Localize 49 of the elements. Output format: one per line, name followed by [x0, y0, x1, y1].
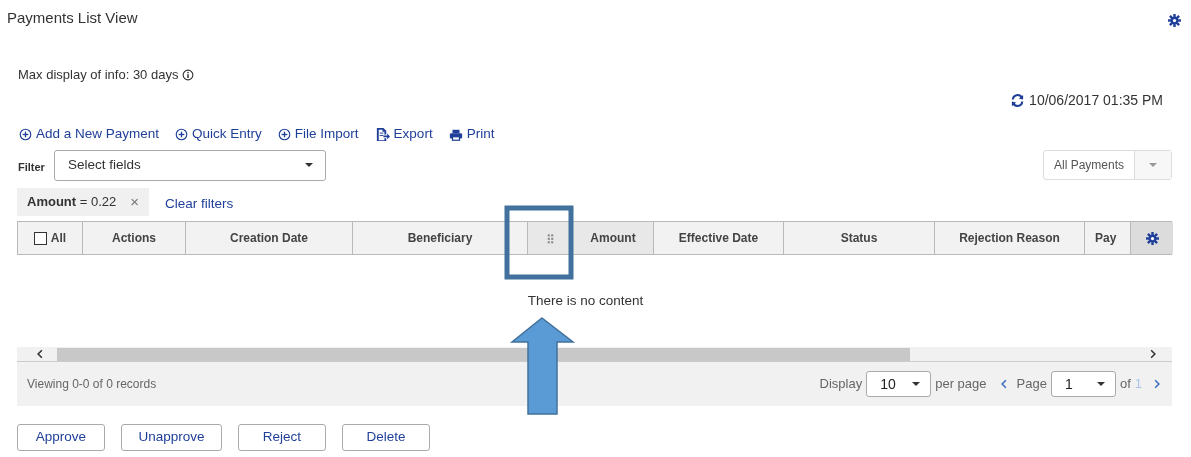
action-button[interactable]: Unapprove — [121, 424, 222, 451]
records-count: Viewing 0-0 of 0 records — [27, 376, 157, 393]
settings-icon — [1168, 14, 1181, 27]
view-dropdown[interactable]: All Payments — [1042, 150, 1172, 180]
scroll-right-icon — [1148, 349, 1158, 359]
filter-field-select[interactable]: Select fields — [53, 149, 326, 181]
action-button[interactable]: Approve — [17, 424, 105, 451]
page-size-label: Display — [819, 375, 863, 394]
toolbar-link[interactable]: Print — [448, 124, 495, 145]
column-header[interactable]: Effective Date — [654, 222, 784, 254]
remove-filter-button[interactable]: × — [130, 190, 139, 214]
action-button[interactable]: Delete — [342, 424, 430, 451]
action-button[interactable]: Reject — [238, 424, 326, 451]
plus-circle-icon — [277, 128, 291, 141]
toolbar-link[interactable]: Export — [374, 124, 433, 145]
refresh-icon — [1010, 92, 1026, 108]
retention-note: Max display of info: 30 days — [18, 66, 179, 85]
page-of-label: of — [1119, 375, 1131, 394]
printer-icon — [448, 127, 463, 142]
scrollbar-thumb[interactable] — [57, 347, 910, 361]
empty-message: There is no content — [527, 291, 644, 310]
column-header[interactable]: Amount — [573, 222, 654, 254]
page-size-select[interactable]: 10 — [866, 371, 932, 397]
column-header[interactable]: Rejection Reason — [935, 222, 1085, 254]
page-select[interactable]: 1 — [1050, 371, 1116, 397]
page-title: Payments List View — [7, 8, 138, 28]
column-label: All — [50, 230, 67, 247]
clear-filters-link[interactable]: Clear filters — [165, 193, 234, 215]
toolbar-link[interactable]: File Import — [277, 124, 359, 145]
filter-chip: Amount = 0.22 × — [17, 188, 149, 216]
document-arrow-icon — [374, 127, 390, 142]
column-settings-icon — [1145, 231, 1159, 245]
select-all-checkbox[interactable] — [33, 231, 47, 245]
plus-circle-icon — [19, 128, 32, 141]
toolbar-link[interactable]: Add a New Payment — [19, 124, 160, 145]
page-label: Page — [1016, 375, 1047, 394]
column-header[interactable]: Creation Date — [186, 222, 353, 254]
toolbar-link[interactable]: Quick Entry — [175, 124, 262, 145]
next-page-icon — [1152, 379, 1162, 389]
filter-label: Filter — [18, 159, 45, 175]
plus-circle-icon — [175, 128, 189, 141]
column-header[interactable]: Status — [784, 222, 935, 254]
refresh-timestamp: 10/06/2017 01:35 PM — [1029, 90, 1163, 110]
page-count: 1 — [1134, 375, 1142, 394]
scroll-left-icon — [35, 349, 45, 359]
column-header[interactable]: All — [18, 222, 83, 254]
per-page-label: per page — [935, 375, 987, 394]
column-header[interactable]: Actions — [83, 222, 186, 254]
info-icon — [182, 69, 195, 81]
